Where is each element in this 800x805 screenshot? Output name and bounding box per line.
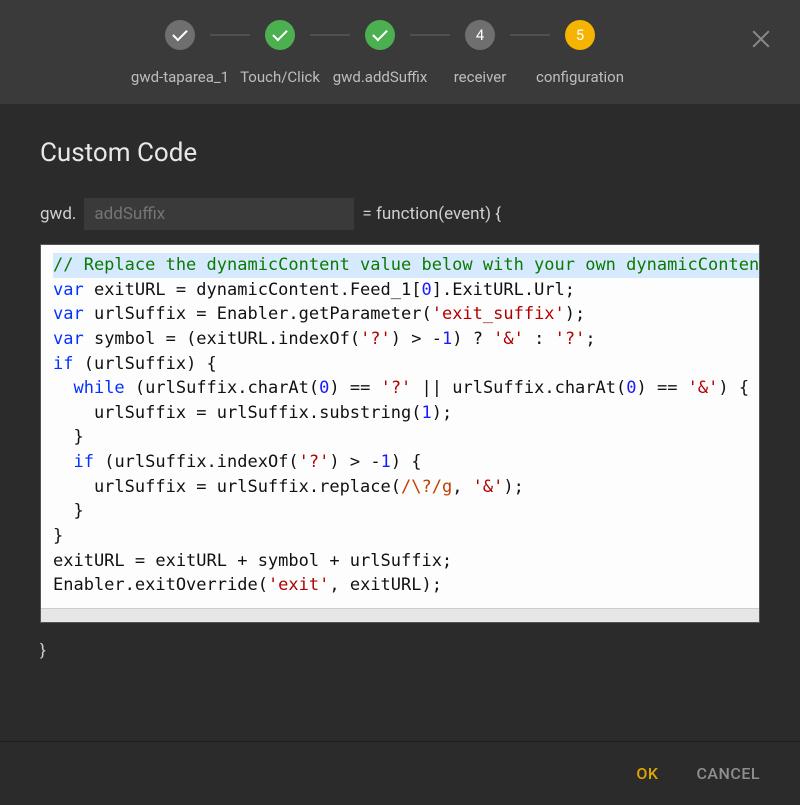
- step-5[interactable]: 5 configuration: [515, 20, 645, 86]
- check-icon: [176, 28, 184, 42]
- step-circle-2: [265, 20, 295, 50]
- stepper: gwd-taparea_1 Touch/Click gwd.addSuffix …: [30, 20, 730, 86]
- step-connector: [310, 34, 350, 36]
- check-icon: [376, 28, 384, 42]
- step-label-5: configuration: [536, 68, 624, 86]
- step-label-2: Touch/Click: [240, 68, 320, 86]
- step-label-3: gwd.addSuffix: [333, 68, 428, 86]
- closing-brace: }: [40, 641, 760, 661]
- cancel-button[interactable]: CANCEL: [696, 764, 760, 783]
- code-bottom-gap: [41, 608, 759, 622]
- function-name-input[interactable]: [84, 198, 354, 230]
- function-prefix: gwd.: [40, 204, 76, 224]
- step-connector: [410, 34, 450, 36]
- dialog-footer: OK CANCEL: [0, 741, 800, 805]
- dialog-content: Custom Code gwd. = function(event) { // …: [0, 104, 800, 661]
- code-content[interactable]: // Replace the dynamicContent value belo…: [41, 245, 759, 608]
- step-circle-1: [165, 20, 195, 50]
- step-connector: [210, 34, 250, 36]
- code-scroll[interactable]: // Replace the dynamicContent value belo…: [41, 245, 759, 608]
- step-connector: [510, 34, 550, 36]
- step-circle-3: [365, 20, 395, 50]
- stepper-bar: gwd-taparea_1 Touch/Click gwd.addSuffix …: [0, 0, 800, 104]
- function-mid: = function(event) {: [362, 204, 501, 224]
- function-signature-row: gwd. = function(event) {: [40, 198, 760, 230]
- check-icon: [276, 28, 284, 42]
- dialog-title: Custom Code: [40, 138, 760, 168]
- step-circle-5: 5: [565, 20, 595, 50]
- ok-button[interactable]: OK: [636, 764, 658, 783]
- step-circle-4: 4: [465, 20, 495, 50]
- step-label-4: receiver: [454, 68, 507, 86]
- close-icon[interactable]: [750, 28, 772, 50]
- code-editor[interactable]: // Replace the dynamicContent value belo…: [40, 244, 760, 623]
